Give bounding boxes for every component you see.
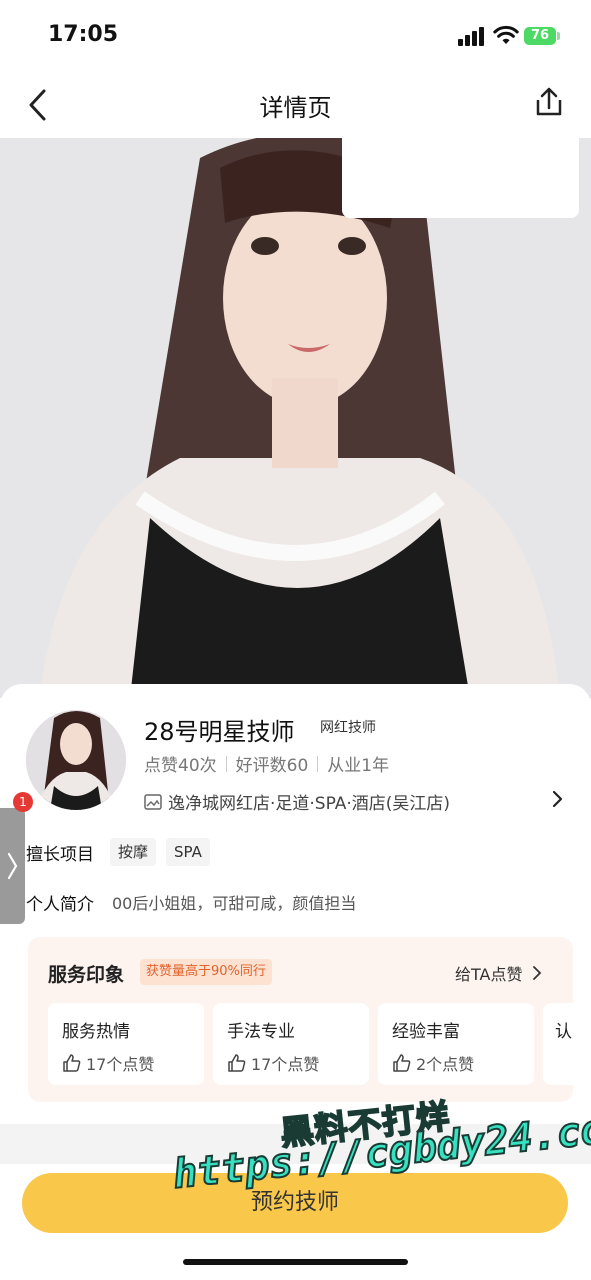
impression-title: 服务热情 [62,1022,130,1042]
white-overlay-block [342,118,579,218]
share-button[interactable] [530,86,568,120]
thumbs-up-icon [393,1054,411,1072]
impression-title: 手法专业 [227,1022,295,1042]
impression-likes: 17个点赞 [62,1051,154,1075]
bio-text: 00后小姐姐，可甜可咸，颜值担当 [112,894,357,913]
bio-label: 个人简介 [26,895,94,915]
side-drawer-tab[interactable] [0,808,25,924]
praise-rate-badge: 获赞量高于90%同行 [140,959,272,985]
impression-card[interactable]: 认 [543,1003,573,1085]
service-impression-title: 服务印象 [48,964,125,986]
likes-count: 点赞40次 [144,756,217,776]
give-like-link[interactable]: 给TA点赞 [455,961,544,985]
skill-tag-massage: 按摩 [110,838,157,866]
experience-years: 从业1年 [327,756,390,776]
shop-link[interactable]: 逸净城网红店·足道·SPA·酒店(吴江店) [144,789,450,814]
stats-divider [317,755,319,772]
shop-image-icon [144,793,162,810]
cellular-signal-icon [458,26,486,46]
give-like-label: 给TA点赞 [455,965,523,984]
impression-likes: 2个点赞 [392,1051,474,1075]
thumbs-up-icon [228,1054,246,1072]
skill-tag-spa: SPA [166,838,210,866]
skills-label: 擅长项目 [26,845,94,865]
impression-title: 经验丰富 [392,1022,460,1042]
chevron-right-icon [533,966,542,980]
good-review-count: 好评数60 [235,756,309,776]
thumbs-up-icon [63,1054,81,1072]
technician-stats: 点赞40次 好评数60 从业1年 [144,751,389,776]
battery-indicator: 76 [524,27,556,45]
shop-name: 逸净城网红店·足道·SPA·酒店(吴江店) [168,794,451,814]
technician-photo [0,138,591,698]
chevron-right-icon[interactable] [551,788,565,810]
impression-likes: 17个点赞 [227,1051,319,1075]
chevron-right-icon [7,852,18,880]
impression-card[interactable]: 经验丰富 2个点赞 [378,1003,534,1085]
home-indicator [183,1259,408,1265]
impression-title: 认 [555,1022,572,1042]
stats-divider [225,755,227,772]
notification-badge: 1 [13,792,33,812]
technician-name: 28号明星技师 [144,718,295,746]
status-time: 17:05 [48,22,119,47]
impression-card[interactable]: 服务热情 17个点赞 [48,1003,204,1085]
influencer-badge: 网红技师 [320,720,376,736]
avatar[interactable] [26,710,126,810]
wifi-icon [493,25,519,44]
battery-tip [557,32,560,40]
impression-card[interactable]: 手法专业 17个点赞 [213,1003,369,1085]
